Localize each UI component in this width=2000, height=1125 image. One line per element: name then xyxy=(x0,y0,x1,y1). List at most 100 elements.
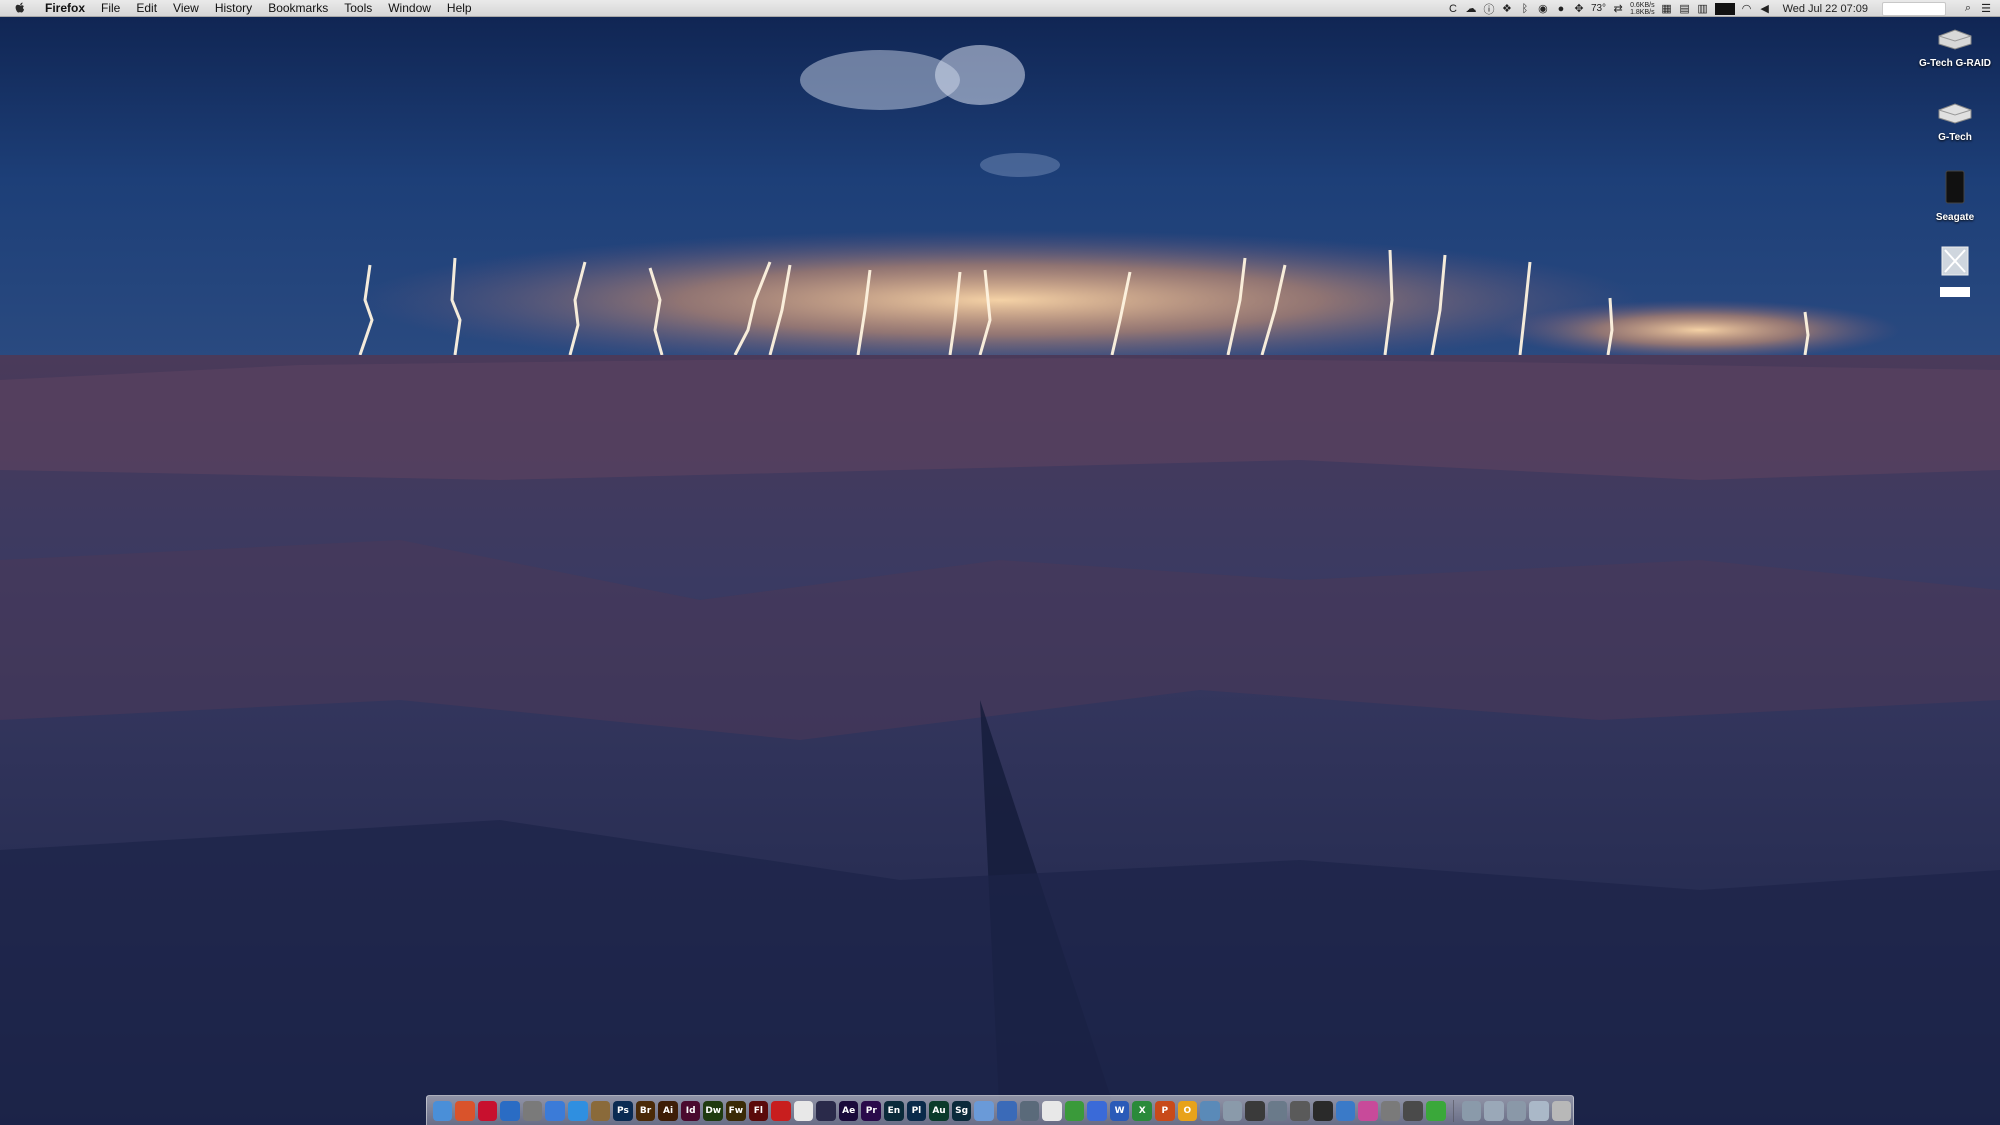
preview-icon[interactable] xyxy=(974,1100,994,1121)
clock-app-icon[interactable] xyxy=(1380,1100,1401,1121)
desktop-item-seagate[interactable]: Seagate xyxy=(1910,170,2000,224)
search-app-icon[interactable] xyxy=(545,1100,565,1121)
after-effects-icon[interactable]: Ae xyxy=(838,1100,859,1121)
firefox-icon[interactable] xyxy=(455,1100,475,1121)
memory-meter-icon[interactable]: ▤ xyxy=(1679,3,1691,15)
display-icon[interactable] xyxy=(1714,2,1735,15)
desktop-stack-icon[interactable] xyxy=(1529,1100,1549,1121)
photoshop-icon[interactable]: Ps xyxy=(613,1100,633,1121)
messages-icon[interactable] xyxy=(1425,1100,1446,1121)
bluetooth-icon[interactable]: ᛒ xyxy=(1519,3,1531,15)
temperature-readout[interactable]: 73° xyxy=(1591,3,1606,14)
sync-icon[interactable] xyxy=(1403,1100,1423,1121)
flash-icon[interactable]: Fl xyxy=(748,1100,769,1121)
desktop-item-label: G-Tech G-RAID xyxy=(1918,58,1992,69)
volume-icon[interactable]: ◀ xyxy=(1759,3,1771,15)
desktop-item-file[interactable] xyxy=(1910,246,2000,297)
menu-bar: Firefox File Edit View History Bookmarks… xyxy=(0,0,2000,17)
dock-separator xyxy=(1453,1099,1454,1122)
app-store-icon[interactable] xyxy=(1267,1100,1288,1121)
disk-meter-icon[interactable]: ▥ xyxy=(1697,3,1709,15)
spotlight-field[interactable] xyxy=(1882,1,1946,16)
bridge-icon[interactable]: Br xyxy=(635,1100,656,1121)
network-globe-icon[interactable]: ● xyxy=(1555,3,1567,15)
link-icon[interactable]: ⇄ xyxy=(1612,3,1624,15)
applications-stack-icon[interactable] xyxy=(1506,1100,1527,1121)
disk-utility-icon[interactable] xyxy=(1019,1100,1040,1121)
1password-icon[interactable] xyxy=(500,1100,520,1121)
calculator-icon[interactable] xyxy=(1245,1100,1265,1121)
safari-icon[interactable] xyxy=(567,1100,588,1121)
file-thumbnail-icon xyxy=(1941,246,1969,276)
menu-bookmarks[interactable]: Bookmarks xyxy=(260,0,336,17)
net-down-speed: 1.8KB/s xyxy=(1630,8,1655,16)
outlook-icon[interactable]: O xyxy=(1177,1100,1198,1121)
dreamweaver-icon[interactable]: Dw xyxy=(703,1100,724,1121)
menu-tools[interactable]: Tools xyxy=(336,0,380,17)
external-drive-icon xyxy=(1938,29,1972,50)
desktop-item-label: Seagate xyxy=(1935,212,1975,223)
pdf-icon[interactable] xyxy=(793,1100,814,1121)
downloads-stack-icon[interactable] xyxy=(1484,1100,1504,1121)
desktop-wallpaper xyxy=(0,0,2000,1125)
wifi-icon[interactable]: ◠ xyxy=(1741,3,1753,15)
screenshot-icon[interactable] xyxy=(522,1100,543,1121)
desktop-item-label: G-Tech xyxy=(1938,132,1972,143)
notification-center-icon[interactable]: ☰ xyxy=(1980,3,1992,15)
illustrator-icon[interactable]: Ai xyxy=(658,1100,678,1121)
acrobat-icon[interactable] xyxy=(771,1100,791,1121)
apple-menu-icon[interactable] xyxy=(13,1,27,15)
keynote-icon[interactable] xyxy=(1087,1100,1107,1121)
menu-clock[interactable]: Wed Jul 22 07:09 xyxy=(1783,3,1868,15)
desktop-item-gtech-graid[interactable]: G-Tech G-RAID xyxy=(1910,28,2000,70)
textedit-icon[interactable] xyxy=(1042,1100,1062,1121)
app-menu-firefox[interactable]: Firefox xyxy=(41,0,93,17)
external-drive-icon xyxy=(1938,103,1972,124)
desktop-item-label xyxy=(1940,287,1970,297)
cloud-app-icon[interactable] xyxy=(996,1100,1017,1121)
indesign-icon[interactable]: Id xyxy=(680,1100,701,1121)
cpu-meter-icon[interactable]: ▦ xyxy=(1661,3,1673,15)
menu-file[interactable]: File xyxy=(93,0,128,17)
folder-icon[interactable] xyxy=(1200,1100,1220,1121)
documents-stack-icon[interactable] xyxy=(1461,1100,1482,1121)
spotlight-search-icon[interactable]: ⌕ xyxy=(1962,2,1974,15)
mail-app-icon[interactable] xyxy=(477,1100,498,1121)
media-encoder-icon[interactable] xyxy=(816,1100,836,1121)
net-up-speed: 0.6KB/s xyxy=(1630,1,1655,9)
encore-icon[interactable]: En xyxy=(884,1100,904,1121)
dock: Ps Br Ai Id Dw Fw Fl Ae Pr En Pl Au Sg W X P O xyxy=(426,1095,1574,1125)
finder-icon[interactable] xyxy=(432,1100,453,1121)
dropbox-icon[interactable]: ❖ xyxy=(1501,3,1513,15)
numbers-icon[interactable] xyxy=(1064,1100,1085,1121)
menu-help[interactable]: Help xyxy=(439,0,480,17)
itunes-icon[interactable] xyxy=(1358,1100,1378,1121)
stack-icon[interactable] xyxy=(1222,1100,1243,1121)
sync-status-icon[interactable]: C xyxy=(1447,3,1459,15)
black-drive-icon xyxy=(1945,170,1965,204)
fireworks-icon[interactable]: Fw xyxy=(726,1100,746,1121)
menu-window[interactable]: Window xyxy=(380,0,439,17)
cloud-icon[interactable]: ☁ xyxy=(1465,3,1477,15)
menu-view[interactable]: View xyxy=(165,0,207,17)
trash-icon[interactable] xyxy=(1551,1100,1572,1121)
powerpoint-icon[interactable]: P xyxy=(1155,1100,1175,1121)
move-icon[interactable]: ✥ xyxy=(1573,3,1585,15)
excel-icon[interactable]: X xyxy=(1132,1100,1152,1121)
status-menus: C ☁ ⓘ ❖ ᛒ ◉ ● ✥ 73° ⇄ 0.6KB/s 1.8KB/s ▦ … xyxy=(1447,0,2000,17)
menu-edit[interactable]: Edit xyxy=(128,0,165,17)
terminal-icon[interactable] xyxy=(1313,1100,1333,1121)
premiere-icon[interactable]: Pr xyxy=(861,1100,882,1121)
network-speed[interactable]: 0.6KB/s 1.8KB/s xyxy=(1630,2,1655,16)
prelude-icon[interactable]: Pl xyxy=(906,1100,927,1121)
desktop-item-gtech[interactable]: G-Tech xyxy=(1910,102,2000,144)
chrome-icon[interactable]: ◉ xyxy=(1537,3,1549,15)
utility-icon[interactable] xyxy=(1290,1100,1311,1121)
network-icon[interactable] xyxy=(1335,1100,1356,1121)
audition-icon[interactable]: Au xyxy=(929,1100,949,1121)
word-icon[interactable]: W xyxy=(1109,1100,1130,1121)
menu-history[interactable]: History xyxy=(207,0,260,17)
info-icon[interactable]: ⓘ xyxy=(1483,3,1495,16)
archive-icon[interactable] xyxy=(590,1100,611,1121)
speedgrade-icon[interactable]: Sg xyxy=(951,1100,972,1121)
